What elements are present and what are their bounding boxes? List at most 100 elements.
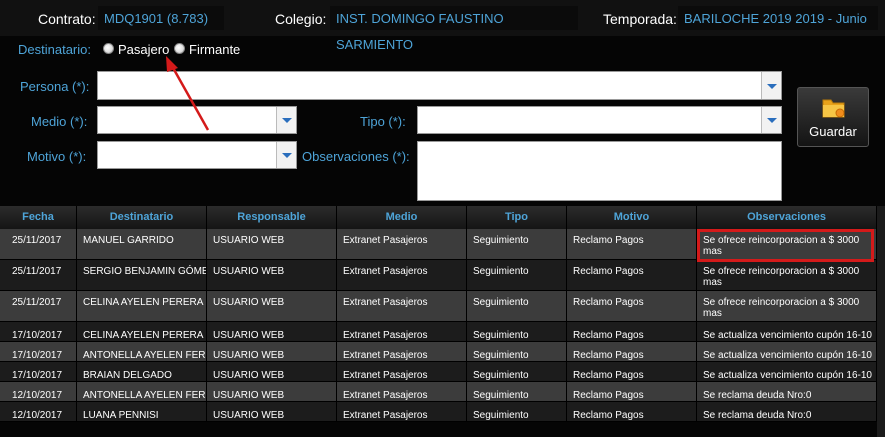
cell-responsable: USUARIO WEB — [207, 362, 337, 382]
cell-observaciones: Se reclama deuda Nro:0 — [697, 402, 877, 422]
cell-medio: Extranet Pasajeros — [337, 322, 467, 342]
cell-fecha: 25/11/2017 — [0, 229, 77, 260]
cell-motivo: Reclamo Pagos — [567, 382, 697, 402]
cell-fecha: 12/10/2017 — [0, 402, 77, 422]
cell-tipo: Seguimiento — [467, 322, 567, 342]
cell-fecha: 25/11/2017 — [0, 260, 77, 291]
cell-tipo: Seguimiento — [467, 362, 567, 382]
cell-fecha: 12/10/2017 — [0, 382, 77, 402]
cell-fecha: 17/10/2017 — [0, 342, 77, 362]
cell-destinatario: BRAIAN DELGADO — [77, 362, 207, 382]
save-button[interactable]: Guardar — [797, 87, 869, 147]
cell-motivo: Reclamo Pagos — [567, 229, 697, 260]
radio-pasajero[interactable] — [103, 43, 114, 54]
table-row[interactable]: 25/11/2017 CELINA AYELEN PERERA USUARIO WE… — [0, 291, 885, 322]
persona-label: Persona (*): — [20, 79, 90, 94]
cell-responsable: USUARIO WEB — [207, 382, 337, 402]
cell-destinatario: MANUEL GARRIDO — [77, 229, 207, 260]
cell-motivo: Reclamo Pagos — [567, 342, 697, 362]
cell-tipo: Seguimiento — [467, 260, 567, 291]
cell-medio: Extranet Pasajeros — [337, 362, 467, 382]
temporada-value: BARILOCHE 2019 2019 - Junio — [678, 6, 878, 30]
cell-responsable: USUARIO WEB — [207, 260, 337, 291]
cell-observaciones: Se actualiza vencimiento cupón 16-10 — [697, 322, 877, 342]
cell-responsable: USUARIO WEB — [207, 229, 337, 260]
radio-firmante-label[interactable]: Firmante — [189, 42, 240, 57]
table-row[interactable]: 17/10/2017 ANTONELLA AYELEN FERI USUARIO W… — [0, 342, 885, 362]
contrato-value: MDQ1901 (8.783) — [98, 6, 224, 30]
cell-motivo: Reclamo Pagos — [567, 402, 697, 422]
radio-firmante[interactable] — [174, 43, 185, 54]
cell-destinatario: ANTONELLA AYELEN FERI — [77, 342, 207, 362]
radio-pasajero-label[interactable]: Pasajero — [118, 42, 169, 57]
cell-tipo: Seguimiento — [467, 342, 567, 362]
highlight-annotation — [697, 229, 874, 262]
contrato-label: Contrato: — [38, 11, 96, 27]
observaciones-label: Observaciones (*): — [302, 149, 410, 164]
cell-medio: Extranet Pasajeros — [337, 382, 467, 402]
motivo-select[interactable] — [97, 141, 297, 169]
cell-tipo: Seguimiento — [467, 402, 567, 422]
cell-observaciones: Se ofrece reincorporacion a $ 3000 mas — [697, 260, 877, 291]
cell-responsable: USUARIO WEB — [207, 322, 337, 342]
cell-responsable: USUARIO WEB — [207, 291, 337, 322]
cell-responsable: USUARIO WEB — [207, 402, 337, 422]
chevron-down-icon[interactable] — [761, 72, 781, 99]
column-header-observaciones[interactable]: Observaciones — [697, 206, 877, 229]
header-bar: Contrato: MDQ1901 (8.783) Colegio: INST.… — [0, 0, 885, 52]
persona-select[interactable] — [97, 71, 782, 100]
table-scrollbar[interactable] — [877, 206, 885, 437]
column-header-responsable[interactable]: Responsable — [207, 206, 337, 229]
chevron-down-icon[interactable] — [276, 107, 296, 133]
observaciones-textarea[interactable] — [417, 141, 782, 201]
table-header: Fecha Destinatario Responsable Medio Tip… — [0, 206, 885, 229]
table-row[interactable]: 17/10/2017 BRAIAN DELGADO USUARIO WEB Extra… — [0, 362, 885, 382]
cell-destinatario: ANTONELLA AYELEN FERI — [77, 382, 207, 402]
cell-motivo: Reclamo Pagos — [567, 260, 697, 291]
cell-tipo: Seguimiento — [467, 291, 567, 322]
cell-fecha: 17/10/2017 — [0, 362, 77, 382]
cell-destinatario: CELINA AYELEN PERERA — [77, 322, 207, 342]
cell-destinatario: SERGIO BENJAMIN GÓME — [77, 260, 207, 291]
motivo-label: Motivo (*): — [27, 149, 87, 164]
table-row[interactable]: 12/10/2017 ANTONELLA AYELEN FERI USUARIO W… — [0, 382, 885, 402]
cell-medio: Extranet Pasajeros — [337, 402, 467, 422]
cell-medio: Extranet Pasajeros — [337, 291, 467, 322]
cell-observaciones: Se reclama deuda Nro:0 — [697, 382, 877, 402]
cell-tipo: Seguimiento — [467, 229, 567, 260]
table-row[interactable]: 17/10/2017 CELINA AYELEN PERERA USUARIO WE… — [0, 322, 885, 342]
cell-destinatario: CELINA AYELEN PERERA — [77, 291, 207, 322]
cell-motivo: Reclamo Pagos — [567, 291, 697, 322]
temporada-label: Temporada: — [603, 11, 677, 27]
table-row[interactable]: 25/11/2017 SERGIO BENJAMIN GÓME USUARIO WE… — [0, 260, 885, 291]
tipo-select[interactable] — [417, 106, 782, 134]
cell-tipo: Seguimiento — [467, 382, 567, 402]
folder-icon — [822, 99, 845, 118]
column-header-medio[interactable]: Medio — [337, 206, 467, 229]
cell-responsable: USUARIO WEB — [207, 342, 337, 362]
cell-fecha: 25/11/2017 — [0, 291, 77, 322]
tipo-label: Tipo (*): — [360, 114, 406, 129]
cell-observaciones: Se ofrece reincorporacion a $ 3000 mas — [697, 291, 877, 322]
chevron-down-icon[interactable] — [276, 142, 296, 168]
cell-medio: Extranet Pasajeros — [337, 229, 467, 260]
cell-fecha: 17/10/2017 — [0, 322, 77, 342]
cell-destinatario: LUANA PENNISI — [77, 402, 207, 422]
cell-medio: Extranet Pasajeros — [337, 260, 467, 291]
column-header-destinatario[interactable]: Destinatario — [77, 206, 207, 229]
column-header-fecha[interactable]: Fecha — [0, 206, 77, 229]
destinatario-label: Destinatario: — [18, 42, 91, 57]
cell-medio: Extranet Pasajeros — [337, 342, 467, 362]
cell-observaciones: Se actualiza vencimiento cupón 16-10 — [697, 342, 877, 362]
colegio-value: INST. DOMINGO FAUSTINO SARMIENTO — [330, 6, 578, 52]
table-row[interactable]: 12/10/2017 LUANA PENNISI USUARIO WEB Extran… — [0, 402, 885, 422]
column-header-motivo[interactable]: Motivo — [567, 206, 697, 229]
medio-label: Medio (*): — [31, 114, 88, 129]
save-button-label: Guardar — [809, 124, 857, 139]
cell-observaciones: Se actualiza vencimiento cupón 16-10 — [697, 362, 877, 382]
column-header-tipo[interactable]: Tipo — [467, 206, 567, 229]
chevron-down-icon[interactable] — [761, 107, 781, 133]
medio-select[interactable] — [97, 106, 297, 134]
cell-motivo: Reclamo Pagos — [567, 322, 697, 342]
colegio-label: Colegio: — [275, 11, 327, 27]
